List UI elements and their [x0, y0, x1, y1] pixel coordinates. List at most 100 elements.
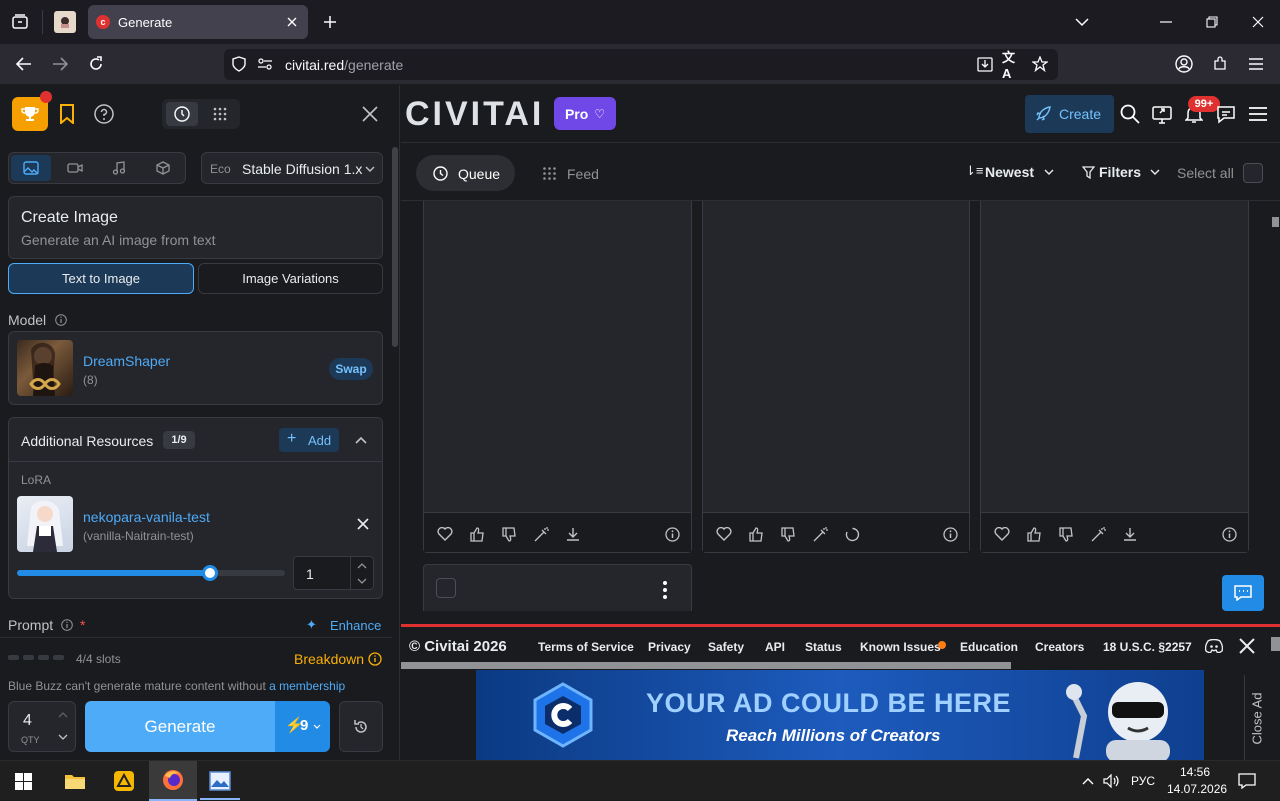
url-bar[interactable]: civitai.red/generate 文A	[224, 49, 1058, 81]
upload-icon[interactable]	[1151, 103, 1173, 125]
footer-link-education[interactable]: Education	[960, 640, 1018, 654]
decrement-icon[interactable]	[354, 575, 370, 587]
panel-scrollbar[interactable]	[392, 147, 398, 347]
ad-banner[interactable]: YOUR AD COULD BE HERE Reach Millions of …	[476, 670, 1204, 760]
back-icon[interactable]	[14, 54, 34, 74]
add-resource-button[interactable]: + Add	[279, 428, 339, 452]
tab-text-to-image[interactable]: Text to Image	[8, 263, 194, 294]
tab-queue[interactable]: Queue	[416, 155, 515, 191]
reload-icon[interactable]	[86, 54, 106, 74]
download-page-icon[interactable]	[976, 55, 994, 73]
info-circle-icon[interactable]	[1220, 525, 1238, 543]
file-explorer-icon[interactable]	[61, 767, 89, 795]
bookmark-star-icon[interactable]	[1031, 55, 1049, 73]
info-circle-icon[interactable]	[941, 525, 959, 543]
filters-dropdown[interactable]: Filters	[1081, 161, 1161, 183]
notification-center-icon[interactable]	[1236, 771, 1258, 791]
input-language[interactable]: РУС	[1131, 774, 1155, 788]
tab-image-variations[interactable]: Image Variations	[198, 263, 383, 294]
increment-icon[interactable]	[354, 560, 370, 572]
enhance-button[interactable]: ✦ Enhance	[306, 617, 382, 635]
bookmark-icon[interactable]	[56, 103, 78, 125]
remove-lora-icon[interactable]	[355, 516, 371, 532]
help-icon[interactable]	[93, 103, 115, 125]
heart-icon[interactable]	[993, 525, 1011, 543]
app-icon-yellow[interactable]	[110, 767, 138, 795]
thumbs-up-icon[interactable]	[747, 525, 765, 543]
chat-icon[interactable]	[1215, 103, 1237, 125]
card-checkbox[interactable]	[436, 578, 456, 598]
close-panel-icon[interactable]	[360, 104, 380, 124]
additional-resources-header[interactable]: Additional Resources 1/9 + Add	[9, 418, 382, 462]
footer-link-known-issues[interactable]: Known Issues	[860, 640, 941, 654]
close-window-icon[interactable]	[1248, 12, 1268, 32]
prompt-info-icon[interactable]	[60, 618, 74, 632]
list-all-tabs-icon[interactable]	[1072, 12, 1092, 32]
clock-time[interactable]: 14:56	[1180, 765, 1210, 779]
restore-window-icon[interactable]	[1202, 12, 1222, 32]
thumbs-down-icon[interactable]	[500, 525, 518, 543]
chevron-up-icon[interactable]	[353, 432, 369, 448]
extensions-icon[interactable]	[1210, 54, 1230, 74]
forward-icon[interactable]	[50, 54, 70, 74]
cost-dropdown[interactable]: ⚡ 9	[275, 701, 330, 752]
thumbs-up-icon[interactable]	[1025, 525, 1043, 543]
tray-expand-icon[interactable]	[1080, 773, 1096, 789]
url-text[interactable]: civitai.red/generate	[285, 57, 403, 73]
clock-date[interactable]: 14.07.2026	[1167, 782, 1227, 796]
discord-icon[interactable]	[1204, 636, 1224, 656]
windows-start-icon[interactable]	[10, 769, 36, 793]
shield-icon[interactable]	[230, 55, 248, 73]
site-permissions-icon[interactable]	[256, 55, 274, 73]
tab-list-icon[interactable]	[10, 12, 30, 32]
footer-link-api[interactable]: API	[765, 640, 785, 654]
download-icon[interactable]	[1121, 525, 1139, 543]
minimize-window-icon[interactable]	[1156, 12, 1176, 32]
magic-wand-icon[interactable]	[811, 525, 829, 543]
grid-view-icon[interactable]	[204, 102, 236, 126]
footer-link-privacy[interactable]: Privacy	[648, 640, 691, 654]
create-button[interactable]: Create	[1025, 95, 1114, 133]
model-name[interactable]: DreamShaper	[83, 353, 170, 369]
image-type-icon[interactable]	[11, 155, 51, 181]
footer-link-safety[interactable]: Safety	[708, 640, 744, 654]
tab-generate[interactable]: c Generate	[88, 5, 308, 39]
footer-link-creators[interactable]: Creators	[1035, 640, 1084, 654]
video-type-icon[interactable]	[55, 155, 95, 181]
audio-type-icon[interactable]	[99, 155, 139, 181]
breakdown-info-icon[interactable]	[367, 651, 383, 667]
volume-icon[interactable]	[1102, 772, 1122, 790]
pro-badge[interactable]: Pro ♡	[554, 97, 616, 130]
firefox-taskbar-icon[interactable]	[149, 761, 197, 801]
info-circle-icon[interactable]	[663, 525, 681, 543]
reset-button[interactable]	[339, 701, 383, 752]
content-scrollbar[interactable]	[1272, 217, 1279, 227]
tab-feed[interactable]: Feed	[537, 155, 607, 191]
hamburger-menu-icon[interactable]	[1247, 103, 1269, 125]
new-tab-icon[interactable]	[320, 12, 340, 32]
footer-link-2257[interactable]: 18 U.S.C. §2257	[1103, 640, 1192, 654]
sort-dropdown[interactable]: ⇂≡ Newest	[965, 161, 1055, 183]
base-model-select[interactable]: Eco Stable Diffusion 1.x	[201, 152, 383, 184]
download-icon[interactable]	[564, 525, 582, 543]
footer-link-status[interactable]: Status	[805, 640, 842, 654]
history-view-icon[interactable]	[166, 102, 198, 126]
3d-type-icon[interactable]	[143, 155, 183, 181]
thumbs-down-icon[interactable]	[1057, 525, 1075, 543]
x-twitter-icon[interactable]	[1237, 636, 1257, 656]
chat-support-button[interactable]	[1222, 575, 1264, 611]
footer-link-terms[interactable]: Terms of Service	[538, 640, 634, 654]
heart-icon[interactable]	[715, 525, 733, 543]
magic-wand-icon[interactable]	[532, 525, 550, 543]
translate-icon[interactable]: 文A	[1002, 50, 1020, 81]
civitai-logo[interactable]: CIVITAI	[405, 95, 544, 134]
swap-button[interactable]: Swap	[329, 358, 373, 380]
app-menu-icon[interactable]	[1246, 54, 1266, 74]
membership-link[interactable]: a membership	[269, 679, 345, 693]
slider-thumb[interactable]	[201, 565, 218, 581]
generate-button[interactable]: Generate	[85, 701, 275, 752]
magic-wand-icon[interactable]	[1089, 525, 1107, 543]
thumbs-up-icon[interactable]	[468, 525, 486, 543]
lora-strength-slider[interactable]	[17, 565, 285, 581]
qty-down-icon[interactable]	[55, 730, 71, 744]
